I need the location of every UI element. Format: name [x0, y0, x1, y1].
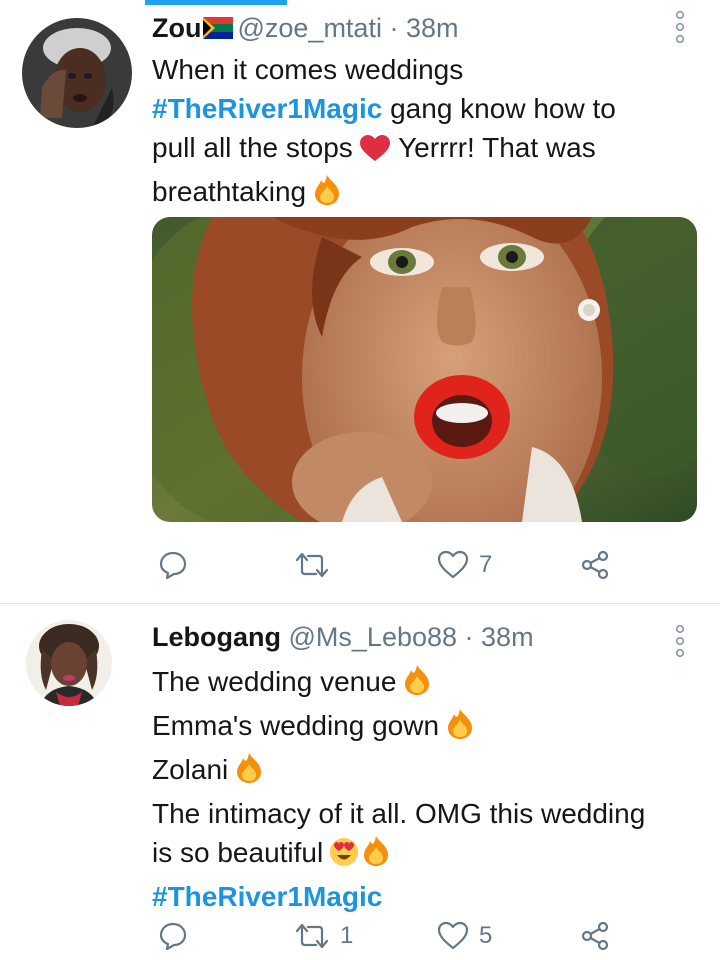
fire-emoji: [234, 752, 264, 794]
tweet-line: pull all the stops Yerrrr! That was: [152, 128, 616, 172]
tweet-header: Zou @zoe_mtati · 38m: [152, 13, 459, 46]
fire-emoji: [361, 835, 391, 877]
reply-button[interactable]: [158, 916, 198, 956]
tweet-time[interactable]: · 38m: [465, 622, 534, 652]
tweet-card[interactable]: Lebogang @Ms_Lebo88 · 38m The wedding ve…: [0, 604, 720, 960]
tweet-line: #TheRiver1Magic gang know how to: [152, 93, 616, 124]
tweet-line: breathtaking: [152, 172, 616, 216]
reply-icon: [159, 922, 187, 951]
like-count: 7: [479, 551, 493, 578]
reply-button[interactable]: [158, 545, 198, 585]
more-options-icon[interactable]: [673, 624, 687, 663]
more-options-icon[interactable]: [673, 10, 687, 49]
tweet-line: Emma's wedding gown: [152, 706, 645, 750]
reply-icon: [159, 551, 187, 580]
tweet-time[interactable]: · 38m: [389, 13, 458, 43]
avatar[interactable]: [22, 18, 132, 128]
south-africa-flag-icon: [203, 15, 234, 46]
tweet-actions: 1 5: [152, 916, 697, 956]
hashtag-link[interactable]: #TheRiver1Magic: [152, 93, 382, 124]
user-name[interactable]: Zou: [152, 13, 201, 43]
tweet-card[interactable]: Zou @zoe_mtati · 38m When it comes weddin…: [0, 0, 720, 600]
tweet-line: #TheRiver1Magic: [152, 877, 645, 916]
tweet-actions: 7: [152, 545, 697, 585]
avatar[interactable]: [26, 620, 112, 706]
fire-emoji: [312, 174, 342, 216]
user-handle[interactable]: @Ms_Lebo88: [289, 622, 458, 652]
tweet-line: The intimacy of it all. OMG this wedding: [152, 798, 646, 829]
fire-emoji: [445, 708, 475, 750]
heart-eyes-emoji: [329, 837, 359, 877]
like-button[interactable]: 5: [437, 916, 492, 956]
tweet-line: is so beautiful: [152, 833, 645, 877]
heart-icon: [437, 921, 469, 950]
user-name[interactable]: Lebogang: [152, 622, 281, 652]
fire-emoji: [402, 664, 432, 706]
retweet-button[interactable]: [294, 545, 340, 585]
tweet-line: Zolani: [152, 750, 645, 794]
tweet-image[interactable]: [152, 217, 697, 522]
tweet-line: When it comes weddings: [152, 54, 464, 85]
share-icon: [581, 921, 609, 951]
like-count: 5: [479, 922, 493, 949]
tweet-line: The wedding venue: [152, 662, 645, 706]
heart-icon: [437, 550, 469, 579]
share-icon: [581, 550, 609, 580]
retweet-icon: [295, 923, 329, 949]
tweet-text: When it comes weddings #TheRiver1Magic g…: [152, 50, 616, 216]
tweet-header: Lebogang @Ms_Lebo88 · 38m: [152, 622, 534, 653]
retweet-count: 1: [340, 922, 354, 949]
hashtag-link[interactable]: #TheRiver1Magic: [152, 881, 382, 912]
share-button[interactable]: [579, 545, 611, 585]
tweet-text: The wedding venue Emma's wedding gown Zo…: [152, 662, 645, 916]
retweet-icon: [295, 552, 329, 578]
red-heart-emoji: [359, 133, 391, 172]
user-handle[interactable]: @zoe_mtati: [237, 13, 381, 43]
share-button[interactable]: [579, 916, 611, 956]
retweet-button[interactable]: 1: [294, 916, 353, 956]
like-button[interactable]: 7: [437, 545, 492, 585]
